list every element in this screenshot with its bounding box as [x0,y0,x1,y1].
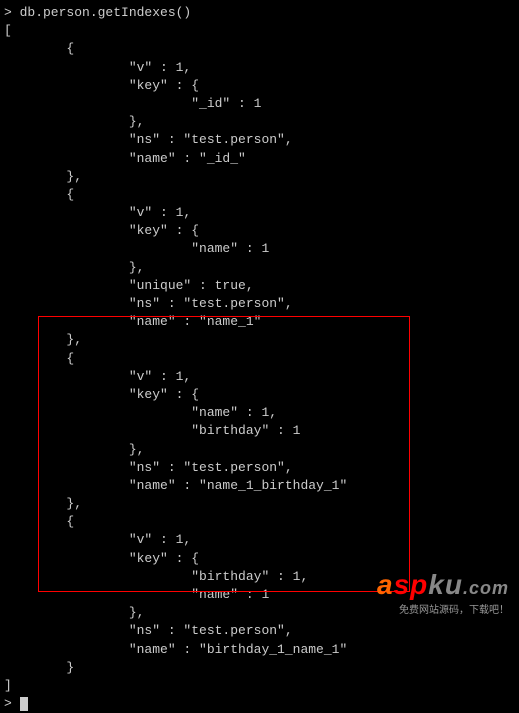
logo-subtitle: 免费网站源码，下载吧！ [377,604,509,618]
logo-text: aspku.com [377,565,509,604]
prompt-char: > [4,696,20,711]
logo-com: .com [463,578,509,598]
logo-a: a [377,569,394,600]
logo-ku: ku [428,569,463,600]
prompt-line[interactable]: > [4,695,515,713]
watermark-logo: aspku.com 免费网站源码，下载吧！ [377,565,509,618]
cursor [20,697,28,711]
logo-sp: sp [394,569,429,600]
